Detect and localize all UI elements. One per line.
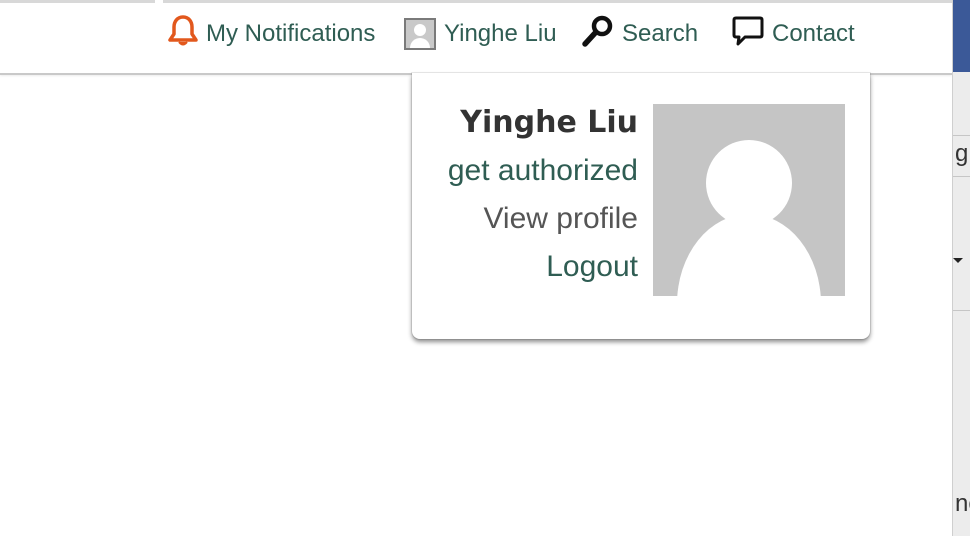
user-avatar-icon [404, 18, 436, 50]
nav-user-label: Yinghe Liu [444, 20, 557, 47]
adjacent-window-edge: g nc [952, 0, 970, 536]
nav-search-label: Search [622, 20, 699, 47]
chevron-down-icon[interactable] [953, 258, 963, 263]
partial-text: g [955, 140, 969, 167]
divider [953, 135, 970, 136]
user-dropdown-name: Yinghe Liu [460, 105, 638, 140]
speech-bubble-icon [732, 15, 764, 54]
default-avatar-icon [653, 104, 845, 296]
view-profile-link[interactable]: View profile [448, 195, 638, 243]
user-profile-picture[interactable] [653, 104, 845, 296]
nav-notifications-label: My Notifications [206, 20, 376, 47]
adjacent-window-header [953, 0, 970, 72]
logout-link[interactable]: Logout [448, 243, 638, 291]
nav-user-menu-toggle[interactable]: Yinghe Liu [404, 14, 557, 54]
divider [953, 176, 970, 177]
user-dropdown-menu: Yinghe Liu get authorized View profile L… [412, 73, 870, 339]
magnifier-icon [582, 15, 614, 54]
top-border-gap [155, 0, 163, 3]
nav-notifications-link[interactable]: My Notifications [168, 14, 375, 54]
top-border [0, 0, 952, 3]
get-authorized-link[interactable]: get authorized [448, 147, 638, 195]
partial-text: nc [955, 490, 970, 517]
nav-search-link[interactable]: Search [582, 14, 698, 54]
bell-icon [168, 14, 198, 55]
top-navigation-bar: My Notifications Yinghe Liu Search Conta… [0, 0, 952, 75]
divider [953, 310, 970, 311]
nav-contact-link[interactable]: Contact [732, 14, 855, 54]
nav-contact-label: Contact [772, 20, 855, 47]
user-dropdown-text: Yinghe Liu get authorized View profile L… [448, 99, 638, 291]
